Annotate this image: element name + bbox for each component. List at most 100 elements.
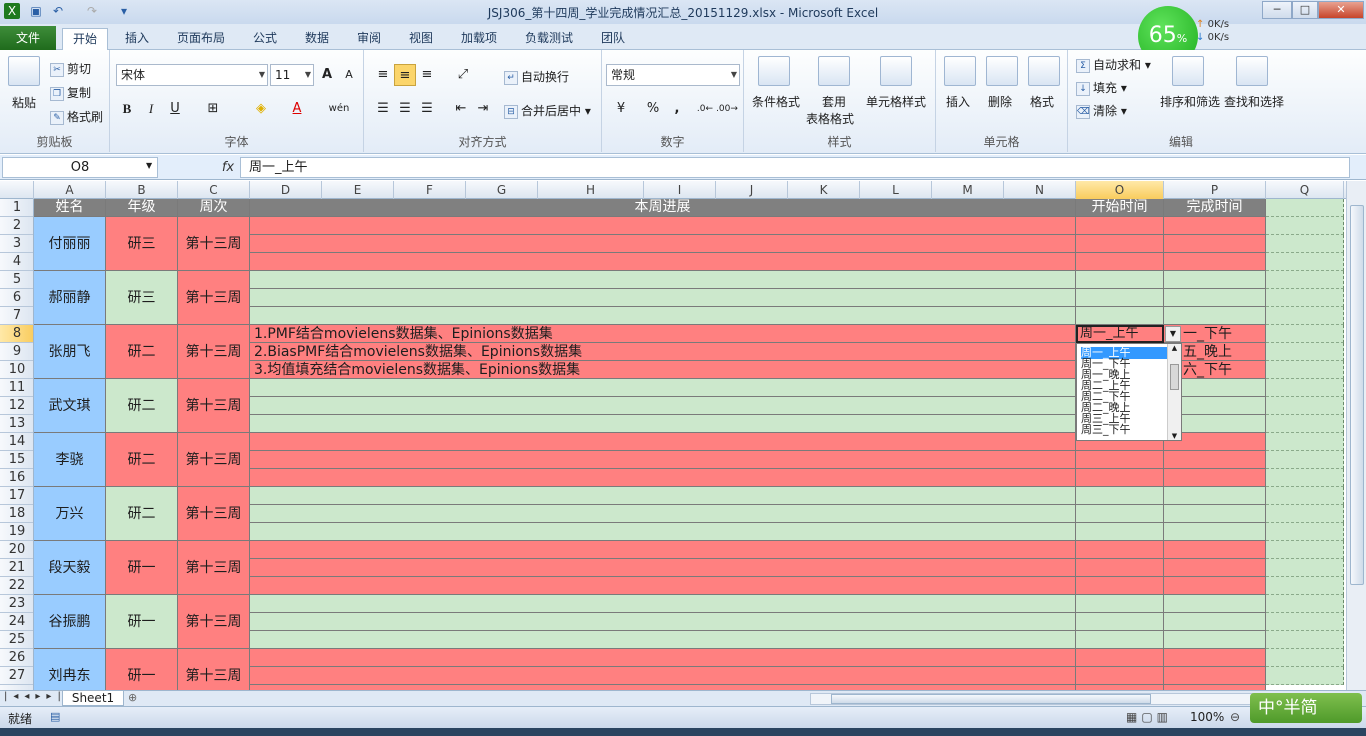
cell-q[interactable] <box>1266 433 1344 451</box>
insert-cells-button[interactable]: 插入 <box>946 93 970 110</box>
cell-q[interactable] <box>1266 379 1344 397</box>
merge-center-button[interactable]: ⊟ 合并后居中 ▾ <box>504 102 591 119</box>
progress-cell[interactable] <box>250 397 1076 415</box>
student-name[interactable]: 张朋飞 <box>34 325 106 379</box>
header-week[interactable]: 周次 <box>178 199 250 217</box>
name-box[interactable]: O8 <box>2 157 158 178</box>
end-time-cell[interactable] <box>1164 271 1266 289</box>
column-header[interactable]: F <box>394 181 466 199</box>
cell-q[interactable] <box>1266 613 1344 631</box>
cell-q[interactable] <box>1266 559 1344 577</box>
tab-data[interactable]: 数据 <box>296 28 338 50</box>
end-time-cell[interactable] <box>1164 235 1266 253</box>
cell-q[interactable] <box>1266 523 1344 541</box>
cell-q[interactable] <box>1266 541 1344 559</box>
start-time-cell[interactable] <box>1076 613 1164 631</box>
cell-q[interactable] <box>1266 343 1344 361</box>
student-week[interactable]: 第十三周 <box>178 649 250 690</box>
row-header[interactable]: 26 <box>0 649 33 667</box>
sort-filter-icon[interactable] <box>1172 56 1204 86</box>
row-header[interactable]: 14 <box>0 433 33 451</box>
conditional-format-button[interactable]: 条件格式 <box>752 93 800 110</box>
format-cells-button[interactable]: 格式 <box>1030 93 1054 110</box>
student-name[interactable]: 刘冉东 <box>34 649 106 690</box>
progress-cell[interactable] <box>250 595 1076 613</box>
end-time-cell[interactable] <box>1164 217 1266 235</box>
decrease-indent-icon[interactable]: ⇤ <box>450 98 472 120</box>
progress-cell[interactable] <box>250 487 1076 505</box>
row-header[interactable]: 24 <box>0 613 33 631</box>
row-header[interactable]: 21 <box>0 559 33 577</box>
worksheet-grid[interactable]: 姓名 年级 周次 本周进展 开始时间 完成时间 付丽丽 研三 第十三周 郝丽静 研三 第十三周 张朋飞研… <box>34 199 1346 690</box>
tab-insert[interactable]: 插入 <box>114 28 160 50</box>
progress-cell[interactable] <box>250 289 1076 307</box>
progress-cell[interactable] <box>250 235 1076 253</box>
tab-addins[interactable]: 加载项 <box>452 28 506 50</box>
insert-function-icon[interactable]: fx <box>218 157 238 178</box>
autosum-button[interactable]: Σ 自动求和 ▾ <box>1076 56 1151 73</box>
orientation-icon[interactable]: ⤢ <box>452 64 474 86</box>
progress-cell[interactable] <box>250 307 1076 325</box>
cell-q[interactable] <box>1266 631 1344 649</box>
font-color-button[interactable]: A <box>286 98 308 120</box>
start-time-cell[interactable] <box>1076 595 1164 613</box>
column-header[interactable]: J <box>716 181 788 199</box>
start-time-cell[interactable] <box>1076 235 1164 253</box>
row-header[interactable]: 6 <box>0 289 33 307</box>
column-header[interactable]: P <box>1164 181 1266 199</box>
student-week[interactable]: 第十三周 <box>178 595 250 649</box>
student-name[interactable]: 段天毅 <box>34 541 106 595</box>
end-time-cell[interactable] <box>1164 505 1266 523</box>
formula-input[interactable]: 周一_上午 <box>240 157 1350 178</box>
cell-q[interactable] <box>1266 577 1344 595</box>
end-time-cell[interactable] <box>1164 595 1266 613</box>
find-select-button[interactable]: 查找和选择 <box>1224 93 1284 110</box>
row-header[interactable]: 1 <box>0 199 33 217</box>
wrap-text-button[interactable]: ↵ 自动换行 <box>504 68 569 85</box>
row-header[interactable]: 12 <box>0 397 33 415</box>
cell-q[interactable] <box>1266 289 1344 307</box>
row-header[interactable]: 2 <box>0 217 33 235</box>
student-grade[interactable]: 研二 <box>106 325 178 379</box>
row-header[interactable]: 18 <box>0 505 33 523</box>
format-cells-icon[interactable] <box>1028 56 1060 86</box>
progress-cell[interactable] <box>250 667 1076 685</box>
student-week[interactable]: 第十三周 <box>178 541 250 595</box>
start-time-cell[interactable] <box>1076 523 1164 541</box>
align-left-icon[interactable]: ☰ <box>372 98 394 120</box>
cell-q[interactable] <box>1266 235 1344 253</box>
end-time-cell[interactable] <box>1164 289 1266 307</box>
format-table-icon[interactable] <box>818 56 850 86</box>
row-header[interactable]: 7 <box>0 307 33 325</box>
row-header[interactable]: 4 <box>0 253 33 271</box>
paste-icon[interactable] <box>8 56 40 86</box>
align-bottom-icon[interactable]: ≡ <box>416 64 438 86</box>
dropdown-scroll-thumb[interactable] <box>1170 364 1179 390</box>
column-header[interactable]: E <box>322 181 394 199</box>
student-week[interactable]: 第十三周 <box>178 487 250 541</box>
student-week[interactable]: 第十三周 <box>178 217 250 271</box>
conditional-format-icon[interactable] <box>758 56 790 86</box>
progress-cell[interactable] <box>250 505 1076 523</box>
progress-cell[interactable] <box>250 577 1076 595</box>
student-name[interactable]: 李骁 <box>34 433 106 487</box>
row-header[interactable]: 22 <box>0 577 33 595</box>
student-grade[interactable]: 研三 <box>106 271 178 325</box>
end-time-cell[interactable] <box>1164 667 1266 685</box>
column-header[interactable]: M <box>932 181 1004 199</box>
end-time-cell[interactable] <box>1164 559 1266 577</box>
increase-decimal-icon[interactable]: .0← <box>694 98 716 120</box>
border-icon[interactable]: ⊞ <box>202 98 224 120</box>
student-grade[interactable]: 研二 <box>106 433 178 487</box>
cell-q[interactable] <box>1266 217 1344 235</box>
column-header[interactable]: K <box>788 181 860 199</box>
row-header[interactable]: 10 <box>0 361 33 379</box>
progress-cell[interactable] <box>250 271 1076 289</box>
column-header[interactable]: N <box>1004 181 1076 199</box>
row-header[interactable]: 3 <box>0 235 33 253</box>
tab-file[interactable]: 文件 <box>0 26 56 50</box>
column-header[interactable]: I <box>644 181 716 199</box>
end-time-cell[interactable] <box>1164 451 1266 469</box>
cell-q[interactable] <box>1266 487 1344 505</box>
column-header[interactable]: C <box>178 181 250 199</box>
